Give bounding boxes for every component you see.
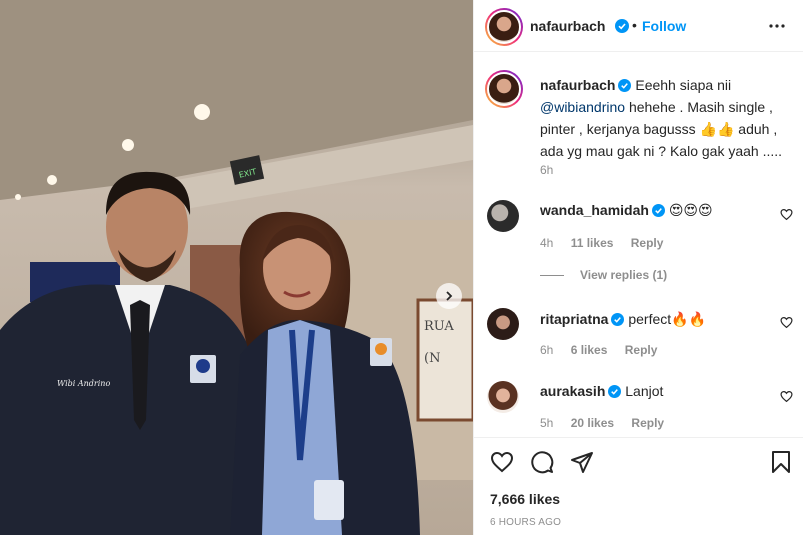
comment-like-heart-icon[interactable] <box>780 390 793 403</box>
caption-mention-link[interactable]: @wibiandrino <box>540 99 625 115</box>
caption-author-avatar[interactable] <box>485 70 523 108</box>
comment-avatar[interactable] <box>487 200 519 232</box>
comment-reply-button[interactable]: Reply <box>631 416 664 430</box>
comment-time[interactable]: 6h <box>540 343 553 357</box>
comment-likes[interactable]: 20 likes <box>571 416 614 430</box>
view-replies-line <box>540 275 564 277</box>
verified-badge-icon <box>608 385 622 398</box>
comment-body: wanda_hamidah 😍😍😍 <box>540 200 713 220</box>
comment-avatar[interactable] <box>487 308 519 340</box>
verified-badge-icon <box>611 313 625 326</box>
more-horizontal-icon[interactable] <box>769 18 785 34</box>
post-photo-image: EXIT RUA (N Wibi Andrino <box>0 0 473 535</box>
view-replies-button[interactable]: View replies (1) <box>540 268 667 282</box>
caption-username[interactable]: nafaurbach <box>540 77 615 93</box>
svg-text:RUA: RUA <box>424 319 454 334</box>
verified-badge-icon <box>618 79 632 92</box>
comment-bubble-icon[interactable] <box>530 450 554 474</box>
comment-username[interactable]: ritapriatna <box>540 311 608 327</box>
share-send-icon[interactable] <box>570 450 594 474</box>
like-count[interactable]: 7,666 likes <box>490 491 560 507</box>
comment-meta: 4h 11 likes Reply <box>540 236 677 250</box>
comment-body: ritapriatna perfect🔥🔥 <box>540 309 706 329</box>
post-header: nafaurbach • Follow <box>474 0 803 52</box>
post-timestamp[interactable]: 6 HOURS AGO <box>490 517 561 528</box>
verified-badge-icon <box>651 204 665 217</box>
comment-body: aurakasih Lanjot <box>540 381 663 401</box>
caption-text: nafaurbach Eeehh siapa nii @wibiandrino … <box>540 74 790 162</box>
comment-like-heart-icon[interactable] <box>780 208 793 221</box>
verified-badge-icon <box>615 19 629 33</box>
comment-likes[interactable]: 6 likes <box>571 343 608 357</box>
post-actions: 7,666 likes 6 HOURS AGO <box>474 437 803 535</box>
comment-avatar[interactable] <box>487 381 519 413</box>
comment-meta: 6h 6 likes Reply <box>540 343 671 357</box>
comment-username[interactable]: aurakasih <box>540 383 605 399</box>
comment-reply-button[interactable]: Reply <box>631 236 664 250</box>
author-avatar[interactable] <box>485 8 523 46</box>
save-bookmark-icon[interactable] <box>770 450 792 474</box>
comment-text: 😍😍😍 <box>668 202 713 218</box>
comment-time[interactable]: 4h <box>540 236 553 250</box>
carousel-next-button[interactable] <box>436 283 462 309</box>
follow-button[interactable]: Follow <box>642 18 686 34</box>
like-heart-icon[interactable] <box>490 450 514 474</box>
comment-meta: 5h 20 likes Reply <box>540 416 678 430</box>
post-sidebar: nafaurbach • Follow nafaurbach Eeehh sia… <box>473 0 803 535</box>
svg-text:(N: (N <box>424 351 440 366</box>
caption-body-start: Eeehh siapa nii <box>635 77 732 93</box>
comment-likes[interactable]: 11 likes <box>571 236 614 250</box>
comment-like-heart-icon[interactable] <box>780 316 793 329</box>
comment-text: perfect🔥🔥 <box>628 311 707 327</box>
comment-text: Lanjot <box>625 383 664 399</box>
post-photo[interactable]: EXIT RUA (N Wibi Andrino <box>0 0 473 535</box>
comment-reply-button[interactable]: Reply <box>625 343 658 357</box>
chevron-right-icon <box>446 291 453 301</box>
comment-username[interactable]: wanda_hamidah <box>540 202 649 218</box>
view-replies-label: View replies (1) <box>580 268 668 282</box>
header-separator: • <box>632 17 637 33</box>
svg-text:Wibi Andrino: Wibi Andrino <box>57 379 110 388</box>
author-username[interactable]: nafaurbach <box>530 18 605 34</box>
caption-time[interactable]: 6h <box>540 163 553 177</box>
comment-time[interactable]: 5h <box>540 416 553 430</box>
